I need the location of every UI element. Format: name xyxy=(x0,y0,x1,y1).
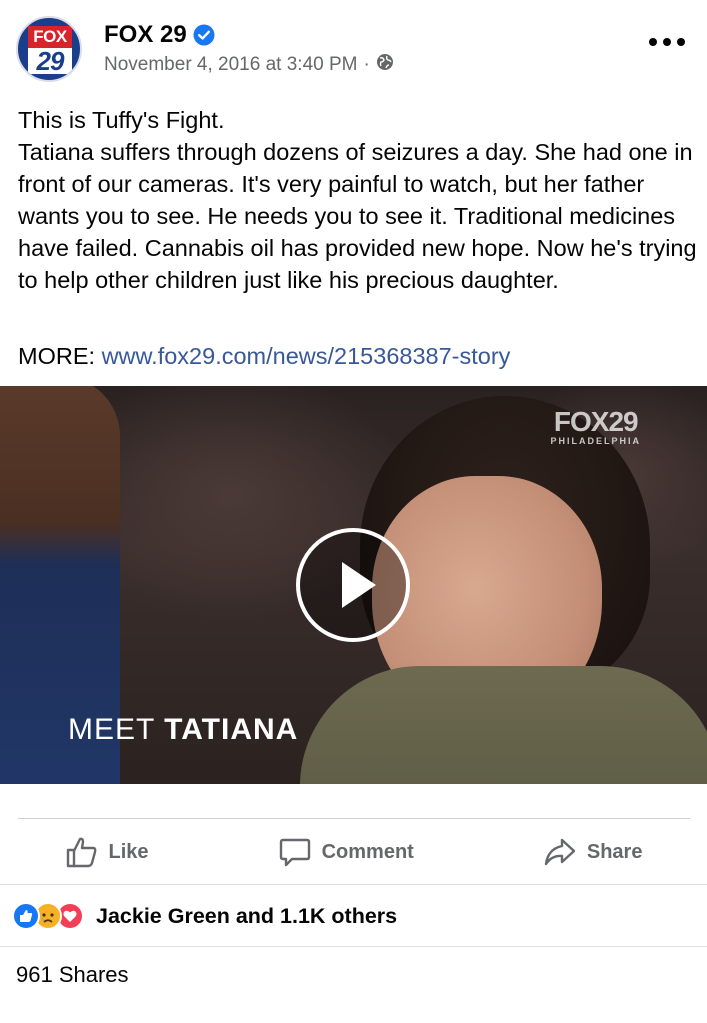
globe-icon xyxy=(376,53,394,77)
video-person-shirt xyxy=(300,666,707,784)
like-label: Like xyxy=(108,840,149,863)
more-options-icon[interactable] xyxy=(649,34,685,50)
caption-meet: MEET xyxy=(68,713,165,746)
comment-label: Comment xyxy=(321,840,414,863)
like-reaction-icon xyxy=(12,902,40,930)
post-text-line-2: Tatiana suffers through dozens of seizur… xyxy=(18,139,697,293)
reactors-text[interactable]: Jackie Green and 1.1K others xyxy=(96,904,397,929)
meta-separator: · xyxy=(363,54,370,75)
post-meta: November 4, 2016 at 3:40 PM · xyxy=(104,52,394,78)
post-header: FOX 29 FOX 29 November 4, 2016 at 3:40 P… xyxy=(0,0,707,96)
share-button[interactable]: Share xyxy=(543,835,643,869)
page-name-row: FOX 29 xyxy=(104,20,215,50)
share-icon xyxy=(544,838,576,866)
avatar-number-text: 29 xyxy=(28,48,72,74)
action-bar: Like Comment Share xyxy=(0,820,707,884)
verified-badge-icon xyxy=(193,24,215,46)
avatar-fox-text: FOX xyxy=(28,26,72,48)
watermark-main: FOX29 xyxy=(553,406,639,437)
thumbs-up-icon xyxy=(66,837,96,868)
video-caption: MEET TATIANA xyxy=(68,713,298,747)
post-body: This is Tuffy's Fight. Tatiana suffers t… xyxy=(18,104,698,296)
story-link[interactable]: www.fox29.com/news/215368387-story xyxy=(102,343,511,369)
comment-button[interactable]: Comment xyxy=(278,835,414,869)
divider xyxy=(0,946,707,947)
page-avatar[interactable]: FOX 29 xyxy=(16,16,82,82)
shares-count[interactable]: 961 Shares xyxy=(16,962,129,988)
share-label: Share xyxy=(586,840,643,863)
channel-watermark: FOX29 PHILADELPHIA xyxy=(550,406,641,447)
watermark-sub: PHILADELPHIA xyxy=(550,436,641,446)
page-name[interactable]: FOX 29 xyxy=(104,21,187,49)
divider xyxy=(0,884,707,885)
play-icon[interactable] xyxy=(296,528,410,642)
comment-icon xyxy=(279,838,310,867)
post-timestamp[interactable]: November 4, 2016 at 3:40 PM xyxy=(104,54,357,76)
caption-name: TATIANA xyxy=(164,713,299,746)
more-label: MORE: xyxy=(18,343,96,369)
post-text-line-1: This is Tuffy's Fight. xyxy=(18,107,225,133)
divider xyxy=(18,818,690,819)
more-line: MORE: www.fox29.com/news/215368387-story xyxy=(18,340,510,372)
like-button[interactable]: Like xyxy=(65,835,149,869)
video-player[interactable]: FOX29 PHILADELPHIA MEET TATIANA xyxy=(0,386,707,784)
reactions-summary[interactable]: Jackie Green and 1.1K others xyxy=(12,896,397,936)
